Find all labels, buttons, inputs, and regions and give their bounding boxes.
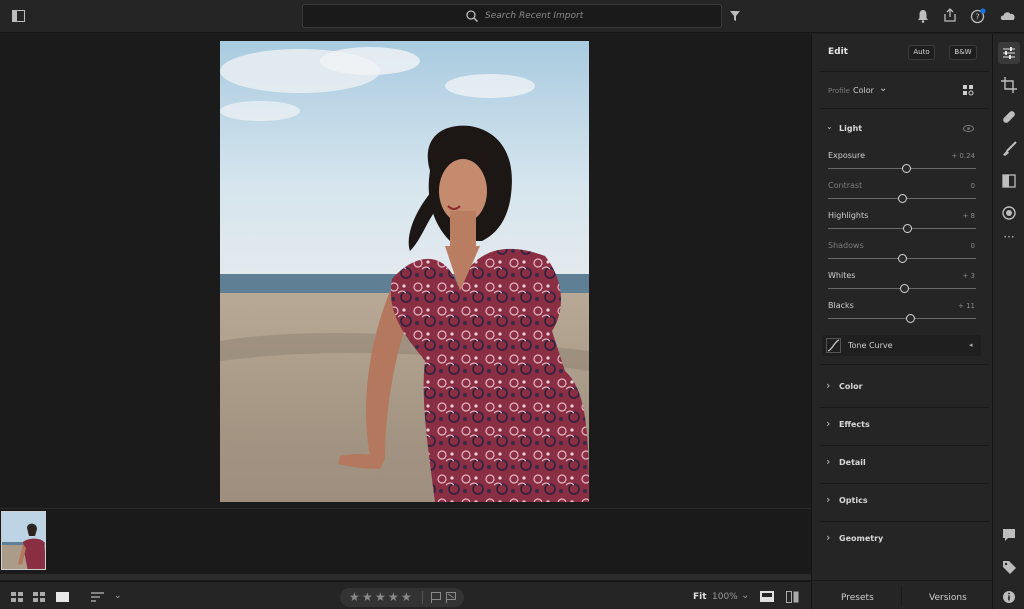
chevron-right-icon: › [826,493,831,506]
slider-handle[interactable] [900,284,910,293]
panel-toggle-icon[interactable] [12,10,25,22]
filmstrip-scrollbar[interactable] [0,574,811,580]
bell-icon[interactable] [917,9,929,23]
tool-strip: ··· [992,34,1024,609]
section-title: Color [839,382,863,391]
slider-value[interactable]: 0 [971,182,975,190]
tone-curve-collapse-icon[interactable]: ◂ [969,341,973,349]
filmstrip-toggle-icon[interactable] [760,591,774,602]
tone-curve-row[interactable]: Tone Curve ◂ [822,335,981,356]
tone-curve-label: Tone Curve [848,341,893,350]
search-field[interactable]: Search Recent Import [302,4,722,28]
profile-browser-icon[interactable] [963,85,974,96]
auto-button[interactable]: Auto [908,45,935,60]
slider-value[interactable]: + 3 [962,272,975,280]
chevron-right-icon: › [826,531,831,544]
fit-button[interactable]: Fit [693,592,707,602]
bottom-bar: ⌄ ★ ★ ★ ★ ★ Fit 100% ⌄ [0,581,811,609]
star-icon[interactable]: ★ [388,590,399,604]
chevron-right-icon: › [826,417,831,430]
slider-handle[interactable] [901,164,911,173]
slider-handle[interactable] [906,314,916,323]
light-chevron-icon[interactable]: ⌄ [826,122,833,131]
slider-handle[interactable] [897,254,907,263]
profile-label: Profile [828,87,850,95]
slider-label: Whites [828,271,856,280]
slider-label: Contrast [828,181,863,190]
linear-gradient-icon[interactable] [998,170,1020,192]
comment-icon[interactable] [998,524,1020,546]
slider-value[interactable]: + 11 [958,302,975,310]
section-title: Effects [839,420,870,429]
sort-chevron-down-icon[interactable]: ⌄ [114,591,122,601]
light-section-title[interactable]: Light [839,124,862,133]
search-input[interactable]: Search Recent Import [485,11,583,21]
section-title: Optics [839,496,868,505]
slider-track[interactable] [828,228,976,229]
section-title: Geometry [839,534,884,543]
profile-chevron-down-icon[interactable]: ⌄ [879,83,887,94]
zoom-chevron-down-icon[interactable]: ⌄ [741,590,749,601]
healing-bandage-icon[interactable] [998,106,1020,128]
help-icon[interactable]: ? [970,8,986,24]
chevron-right-icon: › [826,379,831,392]
profile-dropdown[interactable]: Color [853,86,874,95]
slider-track[interactable] [828,318,976,319]
slider-label: Highlights [828,211,869,220]
search-icon [466,10,478,22]
photo-thumbnail[interactable] [1,511,46,570]
edit-sliders-icon[interactable] [998,42,1020,64]
slider-label: Exposure [828,151,866,160]
section-color[interactable]: › Color [812,370,992,407]
star-icon[interactable]: ★ [349,590,360,604]
section-optics[interactable]: › Optics [812,484,992,521]
zoom-level[interactable]: 100% [712,592,738,602]
radial-gradient-icon[interactable] [998,202,1020,224]
slider-value[interactable]: 0 [971,242,975,250]
svg-text:?: ? [975,13,979,22]
more-icon[interactable]: ··· [998,230,1020,252]
compare-icon[interactable] [786,591,799,603]
cloud-icon[interactable] [999,10,1017,21]
grid-small-icon[interactable] [33,592,45,602]
slider-label: Shadows [828,241,864,250]
slider-handle[interactable] [897,194,907,203]
grid-large-icon[interactable] [11,592,23,602]
tone-curve-icon [826,338,841,353]
single-view-icon[interactable] [56,592,69,602]
visibility-eye-icon[interactable] [963,125,974,132]
presets-tab[interactable]: Presets [841,593,874,603]
chevron-right-icon: › [826,455,831,468]
flag-pick-icon[interactable] [431,592,441,603]
section-title: Detail [839,458,866,467]
photo-canvas[interactable] [0,34,811,508]
brush-icon[interactable] [998,138,1020,160]
top-bar: Search Recent Import ? [0,0,1024,33]
main-photo [220,41,589,502]
slider-label: Blacks [828,301,854,310]
sort-icon[interactable] [91,592,104,602]
slider-value[interactable]: + 0.24 [951,152,975,160]
slider-handle[interactable] [903,224,913,233]
filmstrip [0,508,811,581]
star-icon[interactable]: ★ [401,590,412,604]
share-icon[interactable] [943,8,957,23]
star-rating[interactable]: ★ ★ ★ ★ ★ [340,588,464,607]
info-icon[interactable] [998,586,1020,608]
versions-tab[interactable]: Versions [929,593,967,603]
star-icon[interactable]: ★ [375,590,386,604]
edit-panel: Edit Auto B&W Profile Color ⌄ ⌄ Light Ex… [811,34,992,609]
slider-value[interactable]: + 8 [962,212,975,220]
crop-icon[interactable] [998,74,1020,96]
star-icon[interactable]: ★ [362,590,373,604]
section-detail[interactable]: › Detail [812,446,992,483]
edit-title: Edit [828,47,848,57]
tag-icon[interactable] [998,556,1020,578]
bw-button[interactable]: B&W [949,45,977,60]
flag-reject-icon[interactable] [446,592,456,603]
section-effects[interactable]: › Effects [812,408,992,445]
filter-icon[interactable] [729,10,741,22]
section-geometry[interactable]: › Geometry [812,522,992,559]
